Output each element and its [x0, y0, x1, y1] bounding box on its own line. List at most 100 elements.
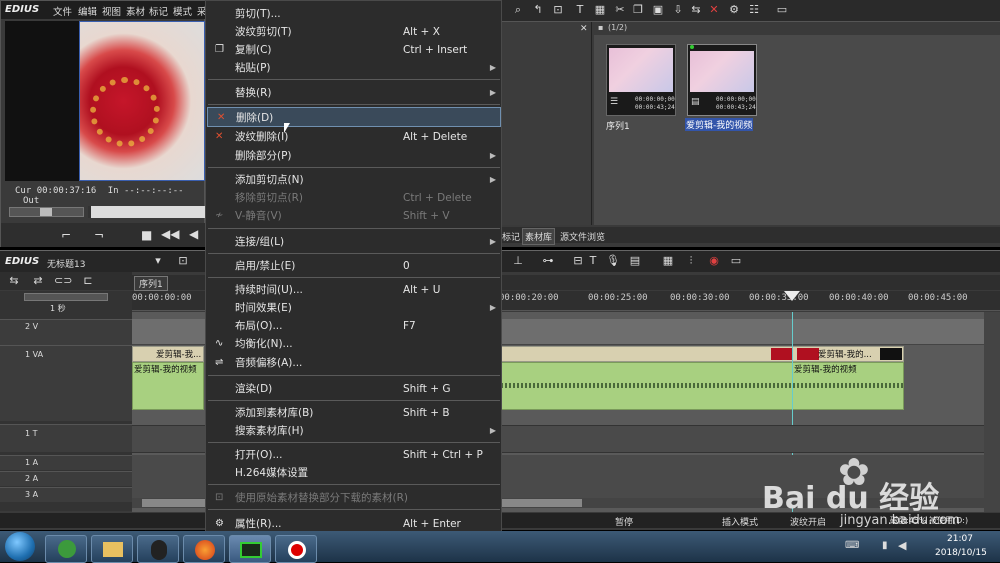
menu-item-label: 打开(O)...	[235, 449, 283, 461]
paste-icon[interactable]: ▣	[650, 3, 666, 17]
player-position-bar[interactable]	[88, 206, 206, 218]
status-insert-mode: 插入模式	[722, 518, 759, 528]
clock-date[interactable]: 2018/10/15	[935, 548, 987, 558]
menu-item-paste[interactable]: 粘贴(P) ▶	[206, 58, 502, 77]
color-bar-icon[interactable]: ▦	[592, 3, 608, 17]
mic-icon[interactable]: 🎙	[605, 254, 621, 268]
menu-item-label: 复制(C)	[235, 44, 272, 56]
menu-item-delete[interactable]: ✕ 删除(D)	[207, 107, 501, 127]
menu-marker[interactable]: 标记	[149, 4, 168, 18]
menu-view[interactable]: 视图	[102, 4, 121, 18]
close-icon[interactable]: ✕	[580, 24, 588, 34]
menu-item-duration[interactable]: 持续时间(U)... Alt + U	[206, 280, 502, 299]
save-icon[interactable]: ▾	[150, 254, 166, 268]
track-row-1va[interactable]: 1 VA	[0, 345, 132, 421]
up-folder-icon[interactable]: ↰	[530, 3, 546, 17]
taskbar-explorer[interactable]	[91, 535, 133, 563]
taskbar-qq[interactable]	[137, 535, 179, 563]
menu-item-search-bin[interactable]: 搜索素材库(H) ▶	[206, 421, 502, 440]
add-to-timeline-icon[interactable]: ⇩	[670, 3, 686, 17]
step-back-icon[interactable]: ◀	[189, 227, 198, 241]
menu-item-ripple-delete[interactable]: ✕ 波纹删除(I) Alt + Delete	[206, 127, 502, 146]
menu-item-open[interactable]: 打开(O)... Shift + Ctrl + P	[206, 445, 502, 464]
cut-icon[interactable]: ✂	[612, 3, 628, 17]
sequence-settings-icon[interactable]: ⊡	[175, 254, 191, 268]
track-row-1a[interactable]: 1 A	[0, 455, 132, 470]
player-scrubber[interactable]	[9, 207, 84, 217]
new-folder-icon[interactable]: ⊡	[550, 3, 566, 17]
link-icon[interactable]: ⊂⊃	[54, 274, 72, 288]
set-icon[interactable]: ⊟	[570, 254, 586, 268]
taskbar-browser[interactable]	[45, 535, 87, 563]
copy-icon[interactable]: ❐	[630, 3, 646, 17]
search-icon[interactable]: ⌕	[510, 3, 526, 17]
start-button[interactable]	[5, 532, 35, 561]
menu-item-v-mute[interactable]: ≁ V-静音(V) Shift + V	[206, 206, 502, 225]
grid-icon[interactable]: ▦	[660, 254, 676, 268]
mark-in-icon[interactable]: ⌐	[61, 228, 71, 242]
menu-mode[interactable]: 模式	[173, 4, 192, 18]
mixer-icon[interactable]: ⫶	[683, 254, 699, 268]
sync-icon[interactable]: ⇄	[30, 274, 46, 288]
tab-sequence[interactable]: 序列1	[134, 276, 168, 291]
menu-item-copy[interactable]: ❐ 复制(C) Ctrl + Insert	[206, 40, 502, 59]
menu-item-add-cut-point[interactable]: 添加剪切点(N) ▶	[206, 170, 502, 189]
record-icon[interactable]: ◉	[706, 254, 722, 268]
playhead-marker-icon[interactable]	[784, 291, 800, 301]
clip-timecode-in: 00:00:00;00	[635, 96, 675, 103]
menu-item-link-group[interactable]: 连接/组(L) ▶	[206, 232, 502, 251]
menu-item-enable-disable[interactable]: 启用/禁止(E) 0	[206, 256, 502, 275]
tab-bin[interactable]: 素材库	[522, 228, 556, 245]
menu-item-h264-settings[interactable]: H.264媒体设置	[206, 463, 502, 482]
menu-item-replace[interactable]: 替换(R) ▶	[206, 83, 502, 102]
menu-item-time-effect[interactable]: 时间效果(E) ▶	[206, 298, 502, 317]
track-row-2v[interactable]: 2 V	[0, 319, 132, 345]
stop-icon[interactable]: ■	[141, 228, 152, 242]
firefox-icon	[195, 540, 215, 560]
taskbar-recorder[interactable]	[275, 535, 317, 563]
volume-icon[interactable]: ◀	[898, 539, 906, 552]
properties-icon[interactable]: ⚙	[726, 3, 742, 17]
menu-edit[interactable]: 编辑	[78, 4, 97, 18]
layout-icon[interactable]: ▭	[728, 254, 744, 268]
track-row-2a[interactable]: 2 A	[0, 471, 132, 486]
menu-item-render[interactable]: 渲染(D) Shift + G	[206, 379, 502, 398]
split-icon[interactable]: ⊶	[540, 254, 556, 268]
tab-markers[interactable]: 标记	[502, 230, 520, 243]
menu-item-add-to-bin[interactable]: 添加到素材库(B) Shift + B	[206, 403, 502, 422]
render-icon[interactable]: ▤	[627, 254, 643, 268]
menu-file[interactable]: 文件	[53, 4, 72, 18]
keyboard-icon[interactable]: ⌨	[845, 540, 859, 551]
network-icon[interactable]: ▮	[882, 540, 888, 551]
track-row-3a[interactable]: 3 A	[0, 487, 132, 502]
tab-source-browser[interactable]: 源文件浏览	[560, 230, 605, 243]
bin-clip-video[interactable]: ▤ 00:00:00;00 00:00:43;24	[687, 44, 757, 116]
menu-item-equalize[interactable]: ∿ 均衡化(N)...	[206, 334, 502, 353]
mute-icon: ≁	[215, 210, 224, 221]
clock-time[interactable]: 21:07	[947, 534, 973, 544]
menu-item-cut[interactable]: 剪切(T)...	[206, 4, 502, 23]
menu-item-delete-parts[interactable]: 删除部分(P) ▶	[206, 146, 502, 165]
bin-panel-icon[interactable]: ▭	[774, 3, 790, 17]
menu-item-replace-partial-download[interactable]: ⊡ 使用原始素材替换部分下载的素材(R)	[206, 488, 502, 507]
bin-clip-sequence[interactable]: ☰ 00:00:00;00 00:00:43;24	[606, 44, 676, 116]
mode-icon[interactable]: ⇆	[6, 274, 22, 288]
replace-icon[interactable]: ⇆	[688, 3, 704, 17]
snap-icon[interactable]: ⊏	[80, 274, 96, 288]
menu-item-ripple-cut[interactable]: 波纹剪切(T) Alt + X	[206, 22, 502, 41]
menu-item-audio-offset[interactable]: ⇌ 音频偏移(A)...	[206, 353, 502, 372]
menu-item-layout[interactable]: 布局(O)... F7	[206, 316, 502, 335]
mark-out-icon[interactable]: ¬	[94, 228, 104, 242]
view-mode-icon[interactable]: ☷	[746, 3, 762, 17]
track-row-1t[interactable]: 1 T	[0, 424, 132, 452]
delete-icon[interactable]: ✕	[706, 3, 722, 17]
menu-item-remove-cut-point[interactable]: 移除剪切点(R) Ctrl + Delete	[206, 188, 502, 207]
taskbar-firefox[interactable]	[183, 535, 225, 563]
taskbar-edius[interactable]	[229, 535, 271, 563]
menu-clip[interactable]: 素材	[126, 4, 145, 18]
title-tool-icon[interactable]: T	[585, 254, 601, 268]
ripple-icon[interactable]: ⊥	[510, 254, 526, 268]
title-icon[interactable]: T	[572, 3, 588, 17]
rewind-icon[interactable]: ◀◀	[161, 227, 179, 241]
zoom-slider[interactable]	[24, 293, 108, 301]
